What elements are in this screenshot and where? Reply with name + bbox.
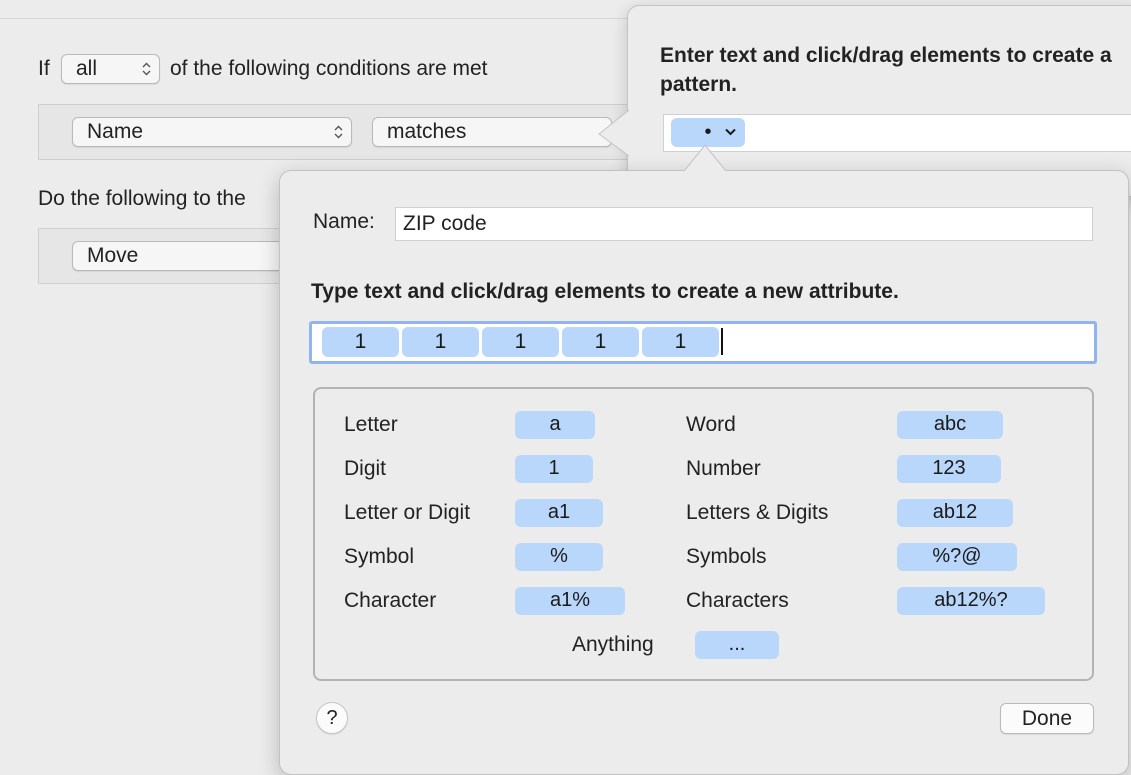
condition-operator-value: matches [387,120,467,143]
pattern-field[interactable]: • [663,114,1131,152]
instruction-text: Type text and click/drag elements to cre… [311,280,899,303]
element-token-word[interactable]: abc [897,411,1003,439]
element-label-letter: Letter [344,413,398,436]
element-token-characters[interactable]: ab12%? [897,587,1045,615]
attribute-token[interactable]: 1 [322,327,399,357]
element-token-anything[interactable]: ... [695,631,779,659]
if-label: If [38,57,50,80]
text-caret [721,328,723,355]
pattern-popover-title: Enter text and click/drag elements to cr… [660,44,1112,96]
attribute-pattern-field[interactable]: 1 1 1 1 1 [309,321,1097,364]
toolbar-divider [0,18,640,19]
pattern-popover-arrow [598,110,630,156]
name-label: Name: [313,210,375,233]
match-all-select[interactable]: all [61,54,160,84]
condition-attribute-select[interactable]: Name [72,117,352,147]
attribute-token[interactable]: 1 [562,327,639,357]
match-all-select-value: all [76,57,98,80]
element-label-number: Number [686,457,761,480]
element-label-character: Character [344,589,437,612]
element-token-character[interactable]: a1% [515,587,625,615]
action-select[interactable]: Move [72,241,292,271]
attribute-popover-arrow [684,144,726,172]
stepper-icon [334,125,343,139]
element-label-digit: Digit [344,457,387,480]
attribute-token[interactable]: 1 [482,327,559,357]
element-label-letter-or-digit: Letter or Digit [344,501,471,524]
element-label-word: Word [686,413,736,436]
stepper-icon [142,62,151,76]
element-label-symbol: Symbol [344,545,415,568]
element-token-letter[interactable]: a [515,411,595,439]
token-bullet: • [704,121,712,143]
element-token-symbols[interactable]: %?@ [897,543,1017,571]
element-token-symbol[interactable]: % [515,543,603,571]
elements-palette: Letter a Digit 1 Letter or Digit a1 Symb… [313,387,1094,681]
condition-attribute-value: Name [87,120,144,143]
conditions-label: of the following conditions are met [170,57,488,80]
name-field[interactable]: ZIP code [395,207,1093,241]
element-label-symbols: Symbols [686,545,767,568]
element-label-letters-digits: Letters & Digits [686,501,829,524]
element-token-letter-or-digit[interactable]: a1 [515,499,603,527]
element-token-digit[interactable]: 1 [515,455,593,483]
element-label-anything: Anything [572,633,654,656]
chevron-down-icon[interactable] [725,128,736,136]
done-button[interactable]: Done [1000,703,1094,734]
element-label-characters: Characters [686,589,789,612]
help-button[interactable]: ? [316,702,348,734]
attribute-token[interactable]: 1 [642,327,719,357]
actions-label: Do the following to the [38,187,246,210]
pattern-token[interactable]: • [671,118,745,147]
element-token-number[interactable]: 123 [897,455,1001,483]
element-token-letters-digits[interactable]: ab12 [897,499,1013,527]
condition-operator-select[interactable]: matches [372,117,612,147]
action-select-value: Move [87,244,139,267]
attribute-token[interactable]: 1 [402,327,479,357]
